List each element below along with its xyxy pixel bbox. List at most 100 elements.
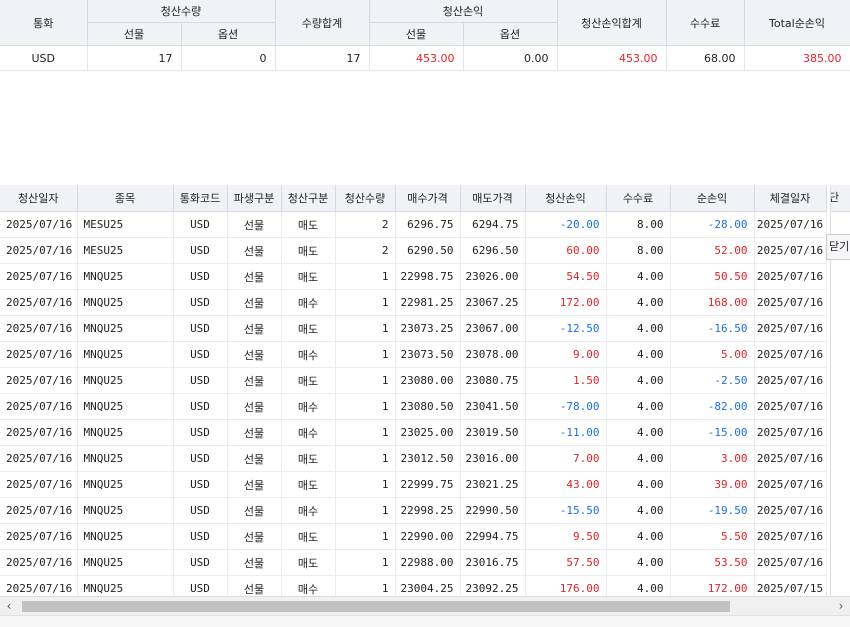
cell-sell-price: 23092.25 (460, 575, 526, 596)
table-row[interactable]: 2025/07/16 MESU25 USD 선물 매도 2 6296.75 6294.75 -2… (0, 211, 827, 238)
cell-buy-price: 23080.00 (395, 367, 461, 394)
header-settle-date[interactable]: 청산일자 (0, 185, 78, 212)
cell-settle-date: 2025/07/16 (0, 523, 78, 550)
cell-buy-price: 23073.50 (395, 341, 461, 368)
horizontal-scrollbar[interactable]: ‹ › (0, 596, 850, 615)
summary-qty-total: 17 (275, 45, 370, 71)
cell-symbol: MNQU25 (77, 471, 174, 498)
cell-symbol: MNQU25 (77, 315, 174, 342)
cell-fee: 4.00 (606, 497, 671, 524)
header-symbol[interactable]: 종목 (77, 185, 174, 212)
cell-currency: USD (173, 341, 228, 368)
cell-deriv-type: 선물 (227, 367, 282, 394)
cell-qty: 1 (335, 419, 396, 446)
chevron-right-icon[interactable]: › (832, 597, 850, 615)
cell-settle-type: 매도 (281, 211, 336, 238)
cell-deriv-type: 선물 (227, 289, 282, 316)
cell-sell-price: 23067.25 (460, 289, 526, 316)
cell-settle-pnl: 54.50 (525, 263, 607, 290)
cell-net-pnl: -16.50 (670, 315, 755, 342)
table-row[interactable]: 2025/07/16 MESU25 USD 선물 매도 2 6290.50 6296.50 60… (0, 237, 827, 264)
table-row[interactable]: 2025/07/16 MNQU25 USD 선물 매수 1 23073.50 23078.00… (0, 341, 827, 368)
cell-deriv-type: 선물 (227, 575, 282, 596)
header-net-pnl[interactable]: 순손익 (670, 185, 755, 212)
cell-settle-date: 2025/07/16 (0, 263, 78, 290)
cell-buy-price: 23080.50 (395, 393, 461, 420)
cell-settle-pnl: 57.50 (525, 549, 607, 576)
table-row[interactable]: 2025/07/16 MNQU25 USD 선물 매도 1 22999.75 23021.25… (0, 471, 827, 498)
chevron-left-icon[interactable]: ‹ (0, 597, 18, 615)
cell-qty: 1 (335, 575, 396, 596)
cell-settle-pnl: -15.50 (525, 497, 607, 524)
cell-qty: 1 (335, 549, 396, 576)
cell-sell-price: 23016.75 (460, 549, 526, 576)
table-row[interactable]: 2025/07/16 MNQU25 USD 선물 매수 1 22981.25 23067.25… (0, 289, 827, 316)
cell-fee: 4.00 (606, 341, 671, 368)
cell-settle-type: 매수 (281, 289, 336, 316)
table-row[interactable]: 2025/07/16 MNQU25 USD 선물 매도 1 23080.00 23080.75… (0, 367, 827, 394)
cell-currency: USD (173, 523, 228, 550)
summary-fee: 68.00 (666, 45, 745, 71)
header-sell-price[interactable]: 매도가격 (460, 185, 526, 212)
table-row[interactable]: 2025/07/16 MNQU25 USD 선물 매도 1 23012.50 23016.00… (0, 445, 827, 472)
cell-net-pnl: 39.00 (670, 471, 755, 498)
cell-currency: USD (173, 237, 228, 264)
cell-sell-price: 6296.50 (460, 237, 526, 264)
header-qty-total: 수량합계 (275, 0, 370, 46)
header-settle-qty[interactable]: 청산수량 (335, 185, 396, 212)
summary-currency: USD (0, 45, 88, 71)
cell-sell-price: 23021.25 (460, 471, 526, 498)
cell-symbol: MNQU25 (77, 393, 174, 420)
cell-settle-type: 매도 (281, 471, 336, 498)
table-row[interactable]: 2025/07/16 MNQU25 USD 선물 매도 1 23073.25 23067.00… (0, 315, 827, 342)
cell-settle-pnl: -12.50 (525, 315, 607, 342)
table-row[interactable]: 2025/07/16 MNQU25 USD 선물 매수 1 23025.00 23019.50… (0, 419, 827, 446)
detail-grid-viewport[interactable]: 청산일자 종목 통화코드 파생구분 청산구분 청산수량 매수가격 매도가격 청산손익 수수료 순손익… (0, 185, 830, 596)
cell-symbol: MNQU25 (77, 419, 174, 446)
scroll-thumb[interactable] (22, 601, 730, 612)
header-settle-pnl[interactable]: 청산손익 (525, 185, 607, 212)
summary-row[interactable]: USD 17 0 17 453.00 0.00 453.00 68.00 385… (0, 45, 850, 71)
header-pnl-futures: 선물 (369, 22, 464, 46)
close-button[interactable]: 닫기 (826, 234, 850, 260)
cell-settle-type: 매도 (281, 237, 336, 264)
table-row[interactable]: 2025/07/16 MNQU25 USD 선물 매수 1 23004.25 23092.25… (0, 575, 827, 596)
header-settle-type[interactable]: 청산구분 (281, 185, 336, 212)
table-row[interactable]: 2025/07/16 MNQU25 USD 선물 매도 1 22990.00 22994.75… (0, 523, 827, 550)
header-deriv-type[interactable]: 파생구분 (227, 185, 282, 212)
cell-fee: 4.00 (606, 289, 671, 316)
cell-symbol: MNQU25 (77, 549, 174, 576)
cell-settle-type: 매도 (281, 445, 336, 472)
cell-settle-pnl: 7.00 (525, 445, 607, 472)
cell-settle-date: 2025/07/16 (0, 549, 78, 576)
clipped-header: 단 (831, 185, 850, 212)
header-exec-date[interactable]: 체결일자 (754, 185, 827, 212)
cell-exec-date: 2025/07/16 (754, 263, 827, 290)
header-fee: 수수료 (666, 0, 745, 46)
table-row[interactable]: 2025/07/16 MNQU25 USD 선물 매도 1 22988.00 23016.75… (0, 549, 827, 576)
cell-exec-date: 2025/07/15 (754, 575, 827, 596)
cell-qty: 1 (335, 471, 396, 498)
cell-deriv-type: 선물 (227, 419, 282, 446)
table-row[interactable]: 2025/07/16 MNQU25 USD 선물 매수 1 23080.50 23041.50… (0, 393, 827, 420)
cell-net-pnl: 5.00 (670, 341, 755, 368)
cell-exec-date: 2025/07/16 (754, 367, 827, 394)
cell-sell-price: 6294.75 (460, 211, 526, 238)
cell-currency: USD (173, 367, 228, 394)
table-row[interactable]: 2025/07/16 MNQU25 USD 선물 매도 1 22998.75 23026.00… (0, 263, 827, 290)
cell-net-pnl: -28.00 (670, 211, 755, 238)
cell-sell-price: 23067.00 (460, 315, 526, 342)
cell-sell-price: 23026.00 (460, 263, 526, 290)
header-currency-code[interactable]: 통화코드 (173, 185, 228, 212)
cell-fee: 8.00 (606, 211, 671, 238)
cell-fee: 8.00 (606, 237, 671, 264)
header-buy-price[interactable]: 매수가격 (395, 185, 461, 212)
cell-buy-price: 23073.25 (395, 315, 461, 342)
detail-header-row: 청산일자 종목 통화코드 파생구분 청산구분 청산수량 매수가격 매도가격 청산손익 수수료 순손익… (0, 185, 827, 212)
summary-grid: 통화 청산수량 수량합계 청산손익 청산손익합계 수수료 Total순손익 선물… (0, 0, 850, 71)
cell-net-pnl: 5.50 (670, 523, 755, 550)
table-row[interactable]: 2025/07/16 MNQU25 USD 선물 매수 1 22998.25 22990.50… (0, 497, 827, 524)
cell-settle-pnl: 1.50 (525, 367, 607, 394)
cell-currency: USD (173, 263, 228, 290)
header-fee[interactable]: 수수료 (606, 185, 671, 212)
